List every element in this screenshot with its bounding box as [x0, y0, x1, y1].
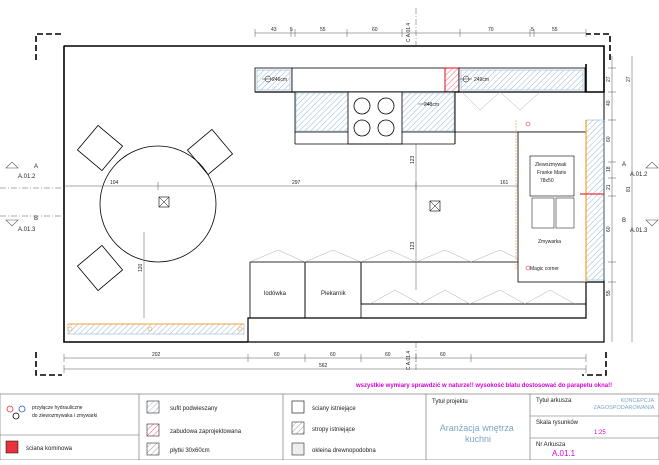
chimney-wall-icon: [5, 440, 19, 454]
dim-bottom-4: 60: [385, 352, 391, 358]
sink-label-3: 78x50: [540, 178, 554, 184]
dishwasher-label: Zmywarka: [538, 239, 561, 245]
dim-h-1: 104: [110, 180, 119, 186]
right-dimension-labels: 27 40 60 18 21 60 55 27 81: [606, 76, 632, 296]
section-c-top: C A.01.4: [406, 8, 417, 46]
sheet-no-label: Nr Arkusza: [536, 442, 566, 448]
dim-top-7: 55: [552, 27, 558, 33]
upper-cabinets: 246cm 249cm: [254, 67, 586, 93]
svg-text:81: 81: [626, 186, 632, 192]
existing-walls-icon: [291, 400, 305, 414]
legend-chimney-label: ściana kominowa: [26, 446, 73, 452]
wood-veneer-icon: [291, 442, 305, 456]
section-c-bottom-label: C A.01.4: [406, 351, 412, 370]
tiles-icon: [146, 442, 160, 456]
section-a-left-ref: A.01.2: [18, 174, 36, 180]
top-dimension-labels: 43 5 55 60 70 5 55: [271, 27, 558, 33]
pipe-label-2: 249cm: [474, 77, 489, 83]
section-a-right-ref: A.01.2: [630, 172, 648, 178]
bottom-window: [67, 323, 245, 335]
oven-label: Piekarnik: [321, 291, 347, 297]
fridge-label: lodówka: [264, 291, 287, 297]
dim-v-1: 123: [410, 155, 416, 164]
dim-bottom-3: 60: [330, 352, 336, 358]
svg-text:60: 60: [606, 226, 612, 232]
dim-bottom-2: 60: [274, 352, 280, 358]
sink-label-2: Franke Maris: [537, 170, 567, 176]
svg-text:18: 18: [606, 166, 612, 172]
dim-bottom-5: 60: [440, 352, 446, 358]
project-title: Aranżacja wnętrza kuchni: [440, 423, 517, 444]
legend-ceilings-label: stropy istniejące: [312, 427, 356, 433]
sheet-title: KONCEPCJA ZAGOSPODAROWANIA: [594, 398, 656, 411]
dim-bottom-total: 562: [319, 363, 328, 369]
section-c-top-label: C A.01.4: [406, 23, 412, 42]
scale-label: Skala rysunków: [536, 420, 579, 426]
chimney-wall: [444, 67, 460, 93]
bottom-dimension-labels: 202 60 60 60 60 562: [152, 352, 446, 369]
dim-top-2: 5: [290, 27, 293, 33]
warning-text: wszystkie wymiary sprawdzić w naturze!! …: [355, 383, 612, 389]
pipe-label-1: 246cm: [272, 77, 287, 83]
svg-text:27: 27: [606, 76, 612, 82]
sink-label-1: Zlewozmywak: [535, 162, 567, 168]
sink-area: [515, 119, 605, 283]
dining-table: [76, 124, 234, 292]
dim-v-2: 123: [410, 241, 416, 250]
legend-walls-label: ściany istniejące: [312, 406, 356, 412]
svg-text:60: 60: [606, 136, 612, 142]
scale-value: 1:25: [594, 430, 606, 436]
dim-v-3: 120: [138, 263, 144, 272]
project-label: Tytuł projektu: [432, 399, 468, 405]
horizontal-dims: 104 297 161: [64, 180, 586, 212]
right-dimension-chain: [608, 56, 633, 342]
cooktop: [347, 91, 403, 145]
sheet-no: A.01.1: [552, 449, 576, 458]
magic-corner-label: Magic corner: [530, 266, 559, 272]
dim-top-5: 70: [488, 27, 494, 33]
dim-top-3: 55: [320, 27, 326, 33]
section-b-left-ref: A.01.3: [18, 227, 36, 233]
designed-cabinetry-icon: [146, 423, 160, 437]
section-a-right-letter: A: [622, 162, 626, 168]
legend-hydraulic-label: przyłącze hydrauliczne do zlewozmywaka i…: [32, 405, 97, 419]
section-b-left-letter: B: [34, 216, 38, 222]
svg-text:55: 55: [606, 290, 612, 296]
legend-tiles-label: płytki 30x60cm: [170, 448, 210, 454]
hydraulic-connection-icon: [6, 405, 26, 420]
legend-veneer-label: okleina drewnopodobna: [312, 448, 376, 454]
dim-top-1: 43: [271, 27, 277, 33]
suspended-ceiling-icon: [146, 400, 160, 414]
svg-text:40: 40: [606, 100, 612, 106]
section-b-right-letter: B: [622, 218, 626, 224]
section-c-bottom: C A.01.4: [406, 342, 417, 372]
window: [585, 119, 605, 281]
dim-bottom-1: 202: [152, 352, 161, 358]
svg-text:27: 27: [626, 76, 632, 82]
sheet-label: Tytuł arkusza: [536, 398, 572, 404]
legend-ceiling-label: sufit podwieszany: [170, 406, 217, 412]
dim-top-6: 5: [531, 27, 534, 33]
section-b-right-ref: A.01.3: [630, 228, 648, 234]
dim-h-3: 161: [500, 180, 509, 186]
svg-text:21: 21: [606, 184, 612, 190]
dim-h-2: 297: [292, 180, 301, 186]
legend-cabinetry-label: zabudowa zaprojektowana: [170, 429, 242, 435]
section-a-left-letter: A: [34, 164, 38, 170]
top-dimension-chain: [254, 29, 587, 37]
kitchen-floor-plan: 43 5 55 60 70 5 55 C A.01.4 246cm 249cm: [0, 8, 659, 461]
cabinet-height-label: 248cm: [424, 102, 439, 108]
dim-top-4: 60: [372, 27, 378, 33]
existing-ceilings-icon: [291, 421, 305, 435]
